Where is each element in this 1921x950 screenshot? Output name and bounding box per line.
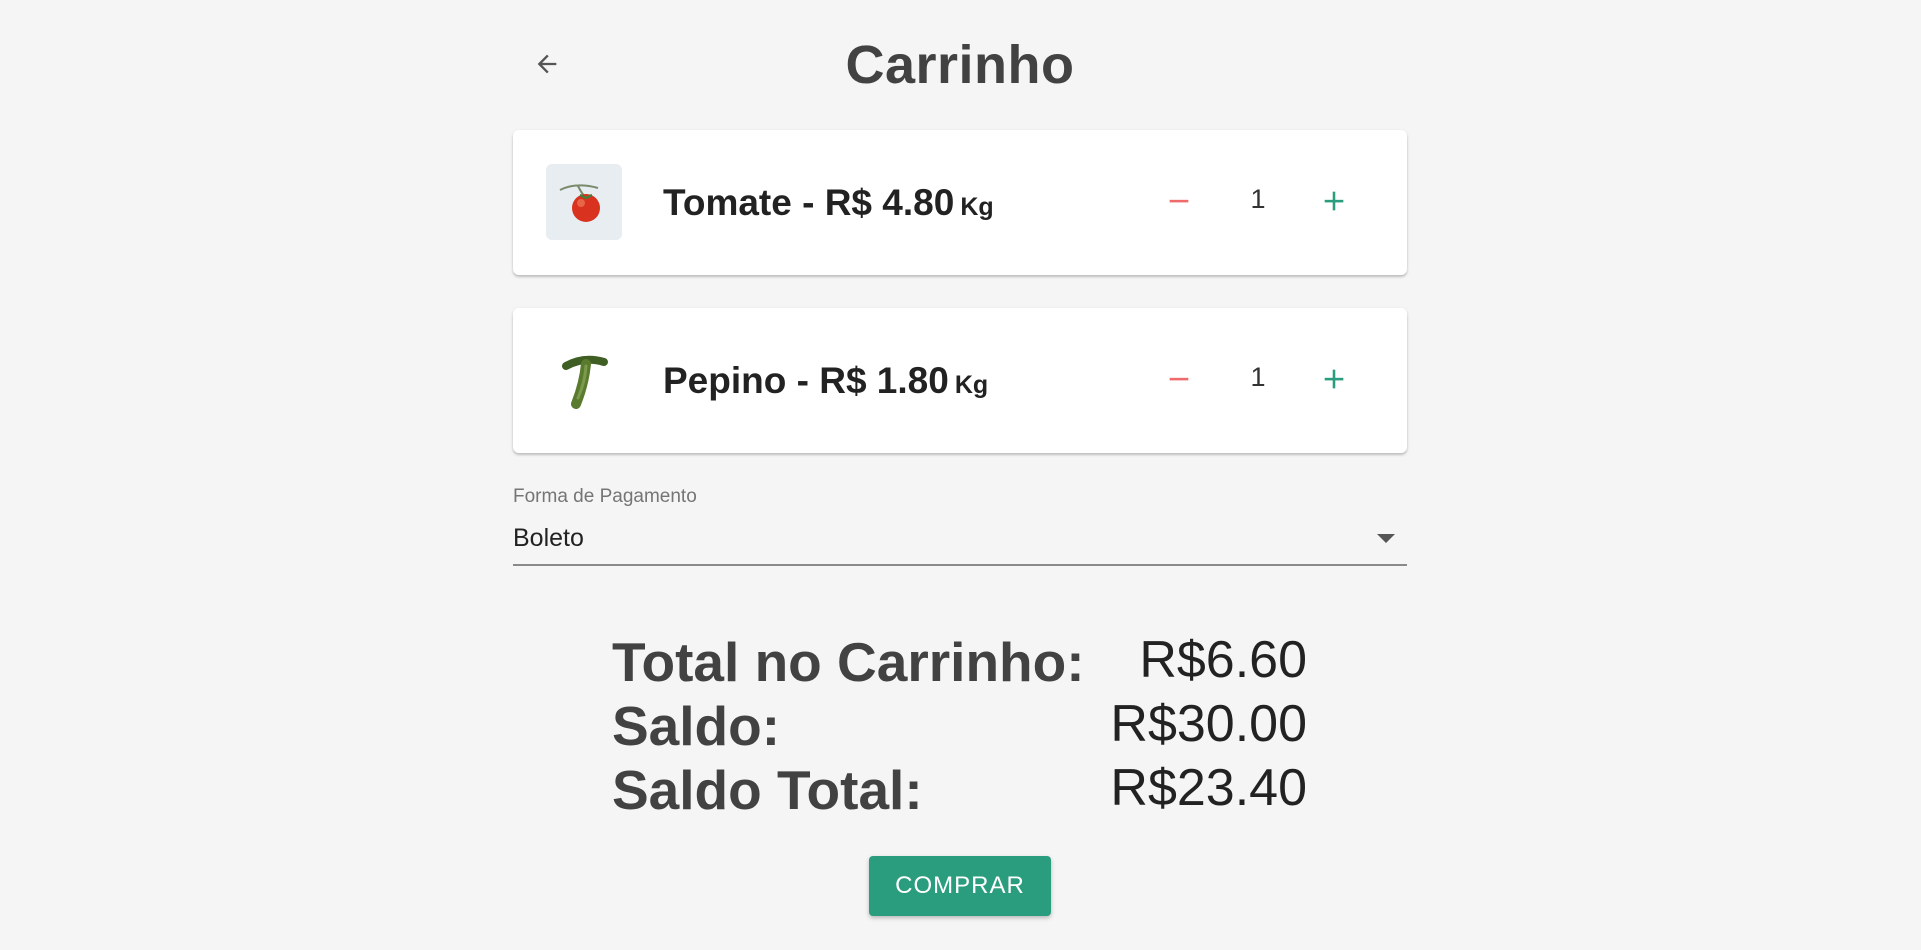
decrease-quantity-button[interactable] xyxy=(1151,353,1207,409)
payment-method-value: Boleto xyxy=(513,524,584,552)
cart-total-row: Total no Carrinho: R$6.60 xyxy=(612,630,1307,694)
plus-icon xyxy=(1320,187,1348,220)
cart-total-label: Total no Carrinho: xyxy=(612,631,1085,693)
increase-quantity-button[interactable] xyxy=(1306,353,1362,409)
cart-item: Tomate - R$ 4.80 Kg 1 xyxy=(513,130,1407,275)
page-title: Carrinho xyxy=(845,35,1075,95)
cucumber-icon xyxy=(546,342,622,418)
cart-total-value: R$6.60 xyxy=(1139,631,1307,689)
minus-icon xyxy=(1165,365,1193,398)
totals-summary: Total no Carrinho: R$6.60 Saldo: R$30.00… xyxy=(612,630,1307,822)
decrease-quantity-button[interactable] xyxy=(1151,175,1207,231)
item-title: Pepino - R$ 1.80 Kg xyxy=(663,360,988,402)
item-name-price: Pepino - R$ 1.80 xyxy=(663,360,949,401)
increase-quantity-button[interactable] xyxy=(1306,175,1362,231)
item-unit: Kg xyxy=(960,193,994,221)
header: Carrinho xyxy=(513,20,1407,110)
quantity-value: 1 xyxy=(1250,184,1266,214)
payment-method-select[interactable]: Forma de Pagamento Boleto xyxy=(513,486,1407,566)
balance-value: R$30.00 xyxy=(1110,695,1307,753)
item-title: Tomate - R$ 4.80 Kg xyxy=(663,182,994,224)
item-name-price: Tomate - R$ 4.80 xyxy=(663,182,955,223)
dropdown-arrow-icon xyxy=(1377,534,1395,543)
tomato-icon xyxy=(546,164,622,240)
product-image xyxy=(546,342,622,418)
product-image xyxy=(546,164,622,240)
payment-method-label: Forma de Pagamento xyxy=(513,486,697,507)
balance-row: Saldo: R$30.00 xyxy=(612,694,1307,758)
final-balance-row: Saldo Total: R$23.40 xyxy=(612,758,1307,822)
final-balance-value: R$23.40 xyxy=(1110,759,1307,817)
item-unit: Kg xyxy=(954,371,989,399)
cart-item: Pepino - R$ 1.80 Kg 1 xyxy=(513,308,1407,453)
final-balance-label: Saldo Total: xyxy=(612,759,923,821)
plus-icon xyxy=(1320,365,1348,398)
minus-icon xyxy=(1165,187,1193,220)
quantity-value: 1 xyxy=(1250,362,1266,392)
buy-button[interactable]: COMPRAR xyxy=(869,856,1051,916)
select-underline xyxy=(513,564,1407,566)
balance-label: Saldo: xyxy=(612,695,781,757)
cart-page: Carrinho Tomate - R$ 4.80 Kg 1 Pepino - … xyxy=(0,0,1921,950)
